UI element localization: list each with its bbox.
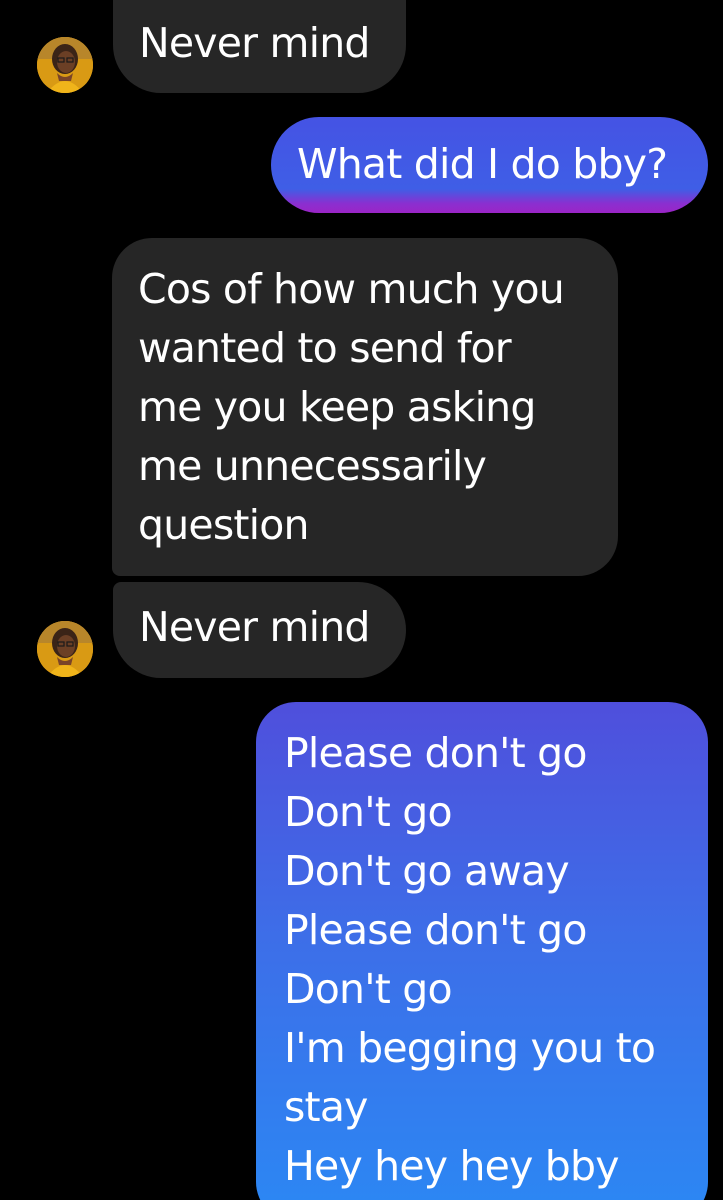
message-bubble-incoming[interactable]: Never mind bbox=[113, 582, 406, 678]
message-text-line: me you keep asking bbox=[138, 383, 536, 431]
message-text-line: Please don't go bbox=[284, 906, 587, 954]
message-text-line: me unnecessarily bbox=[138, 442, 487, 490]
message-text: Never mind bbox=[139, 19, 370, 67]
message-text: Never mind bbox=[139, 603, 370, 651]
message-bubble-incoming[interactable]: Never mind bbox=[113, 0, 406, 93]
message-bubble-outgoing[interactable]: Please don't go Don't go Don't go away P… bbox=[256, 702, 708, 1200]
message-bubble-outgoing[interactable]: What did I do bby? bbox=[271, 117, 708, 213]
avatar-photo-icon bbox=[37, 621, 93, 677]
message-text-line: Don't go bbox=[284, 965, 453, 1013]
avatar-photo-icon bbox=[37, 37, 93, 93]
message-text-line: Hey hey hey bby bbox=[284, 1142, 619, 1190]
message-text: What did I do bby? bbox=[297, 140, 668, 188]
message-text-line: I'm begging you to bbox=[284, 1024, 656, 1072]
message-text-line: Cos of how much you bbox=[138, 265, 565, 313]
message-text-line: question bbox=[138, 501, 310, 549]
message-bubble-incoming[interactable]: Cos of how much you wanted to send for m… bbox=[112, 238, 618, 576]
contact-avatar[interactable] bbox=[37, 37, 93, 93]
message-text-line: Don't go away bbox=[284, 847, 570, 895]
message-text-line: Please don't go bbox=[284, 729, 587, 777]
message-text-line: wanted to send for bbox=[138, 324, 512, 372]
message-text-line: Don't go bbox=[284, 788, 453, 836]
message-text-line: stay bbox=[284, 1083, 368, 1131]
chat-thread: Never mind What did I do bby? Cos of how… bbox=[0, 0, 723, 1200]
contact-avatar[interactable] bbox=[37, 621, 93, 677]
